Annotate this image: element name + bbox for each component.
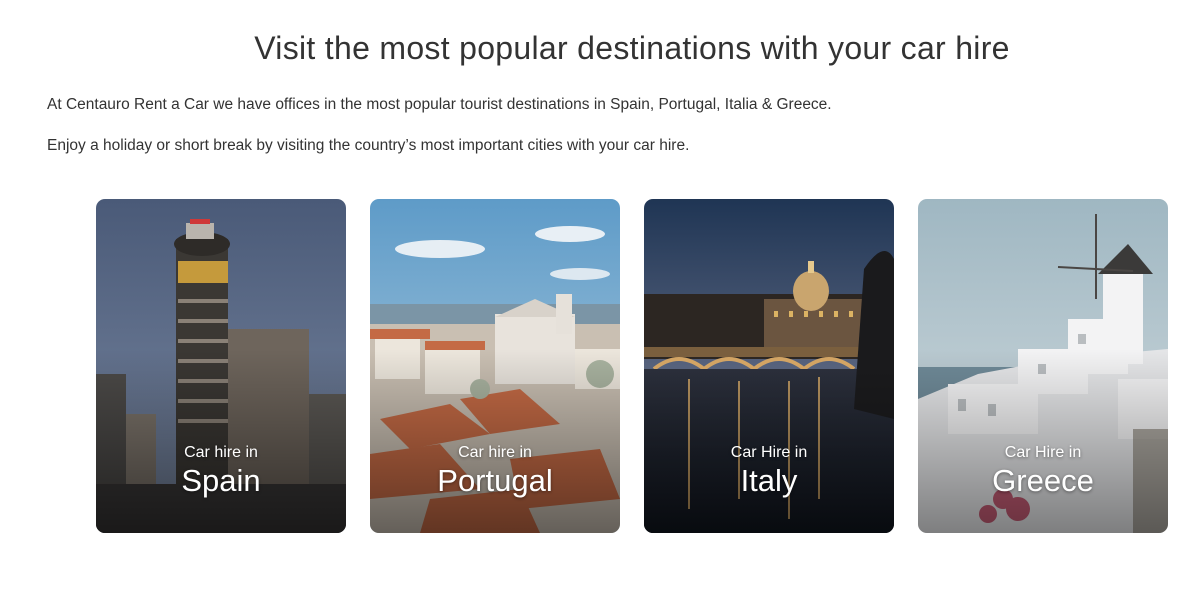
card-country-name: Greece [992, 463, 1094, 498]
destination-card-italy[interactable]: Car Hire in Italy [644, 199, 894, 533]
card-subtitle: Car Hire in [730, 444, 808, 461]
card-country-name: Italy [740, 463, 798, 498]
intro-paragraph-holiday: Enjoy a holiday or short break by visiti… [47, 137, 690, 154]
intro-paragraph-offices: At Centauro Rent a Car we have offices i… [47, 96, 832, 113]
card-subtitle: Car hire in [184, 444, 258, 461]
card-country-name: Portugal [437, 463, 553, 498]
card-subtitle: Car hire in [458, 444, 532, 461]
card-subtitle: Car Hire in [1004, 444, 1082, 461]
destination-card-portugal[interactable]: Car hire in Portugal [370, 199, 620, 533]
destination-cards: Car hire in Spain Car hire in Portugal C… [96, 199, 1170, 533]
page-title: Visit the most popular destinations with… [254, 30, 1010, 66]
card-country-name: Spain [181, 463, 261, 498]
destination-card-spain[interactable]: Car hire in Spain [96, 199, 346, 533]
destination-card-greece[interactable]: Car Hire in Greece [918, 199, 1168, 533]
